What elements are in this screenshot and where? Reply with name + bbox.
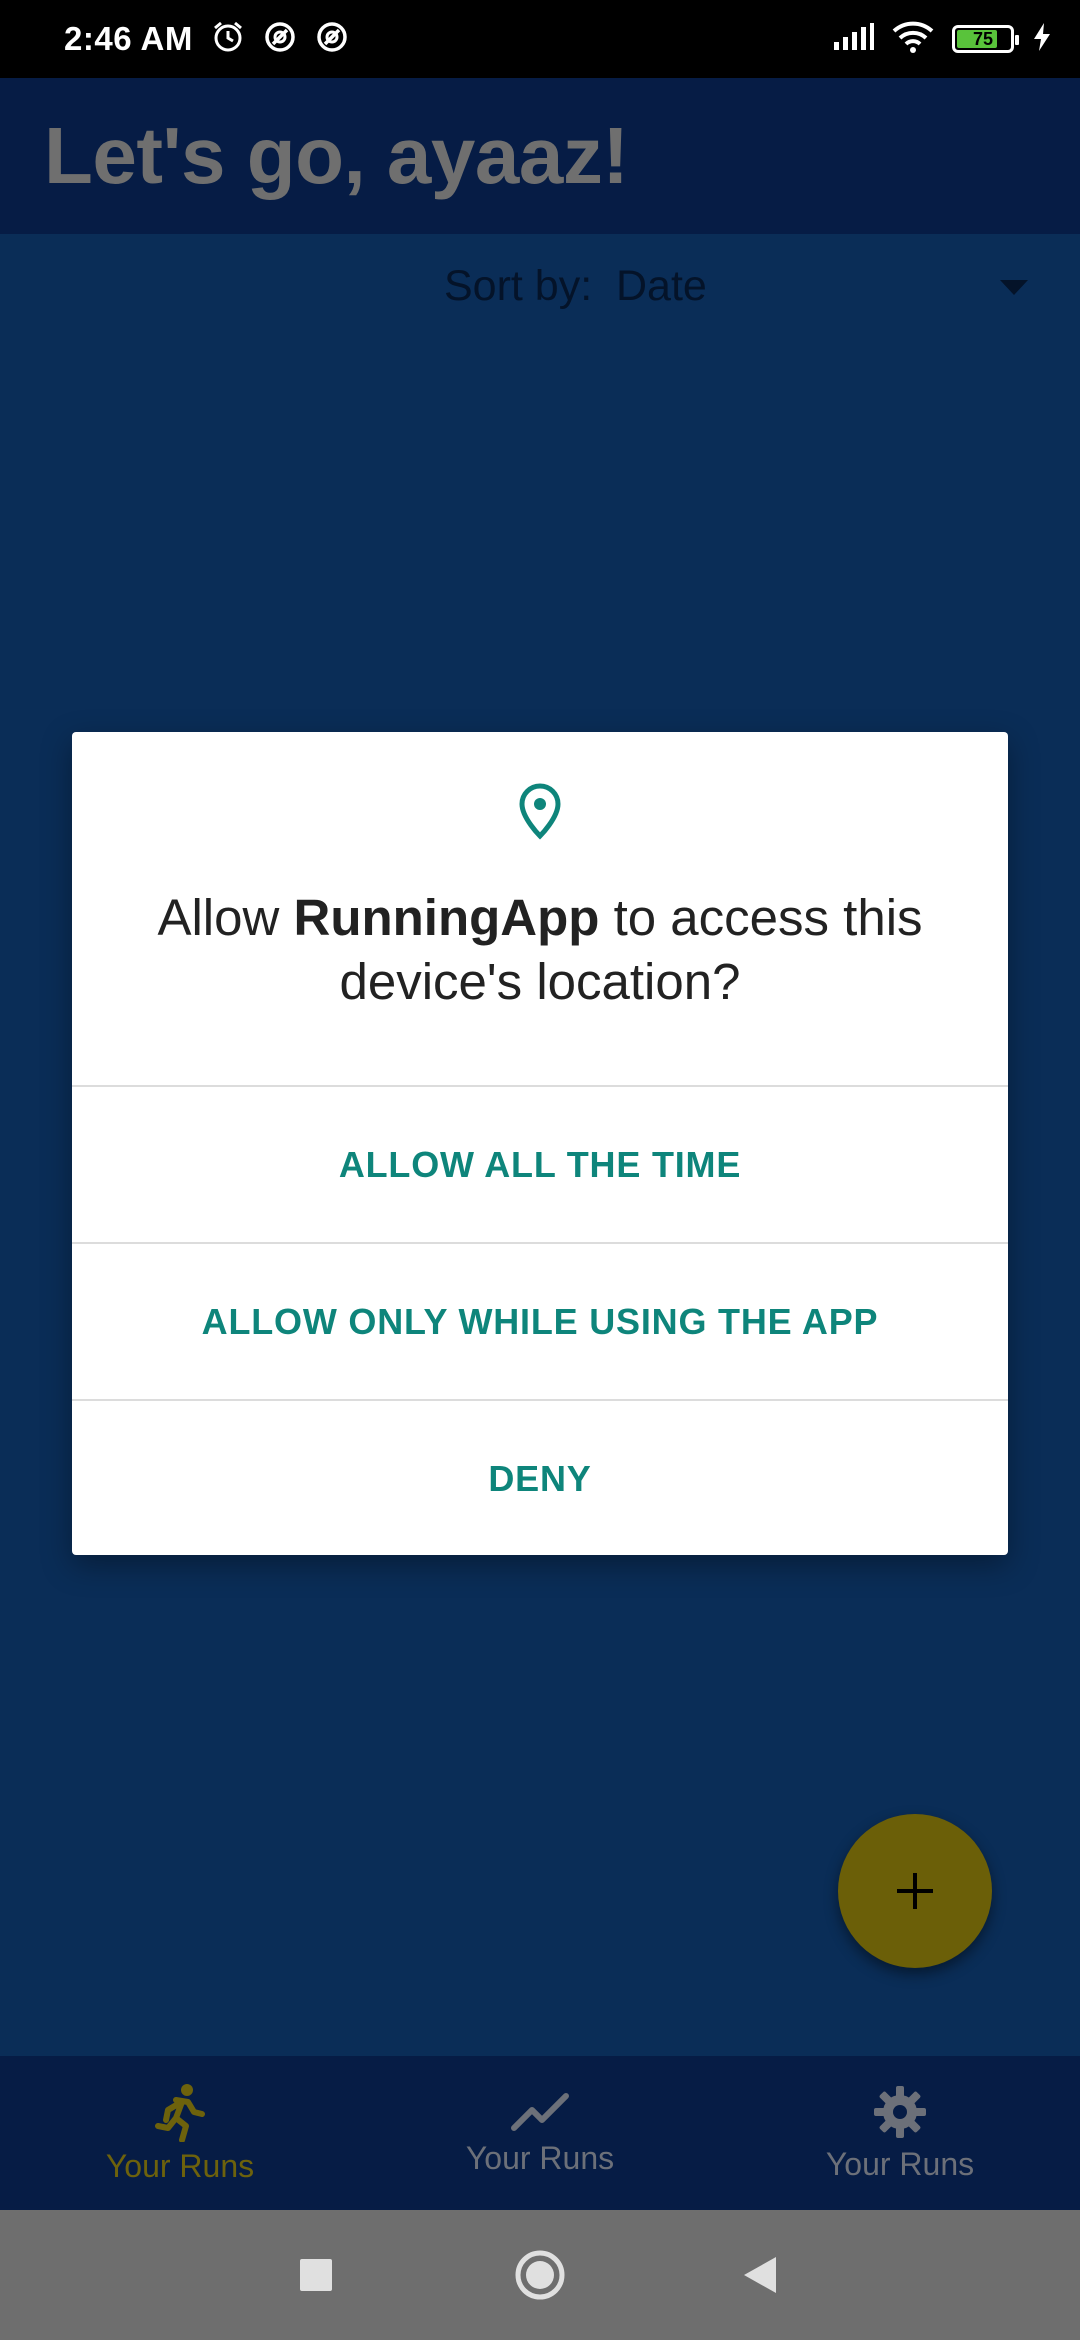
- nav-label: Your Runs: [825, 2145, 975, 2182]
- circle-icon: [515, 2250, 565, 2300]
- sort-label: Sort by:: [444, 262, 593, 310]
- nav-label: Your Runs: [465, 2139, 615, 2176]
- status-bar-right: 75: [832, 21, 1052, 58]
- square-icon: [300, 2259, 332, 2291]
- sync-icon: [315, 20, 349, 59]
- signal-icon: [832, 22, 874, 57]
- nav-label: Your Runs: [105, 2147, 255, 2184]
- status-bar-left: 2:46 AM: [64, 20, 349, 59]
- alarm-icon: [211, 20, 245, 59]
- deny-button[interactable]: DENY: [72, 1401, 1008, 1556]
- nav-item-settings[interactable]: Your Runs: [720, 2056, 1080, 2210]
- sort-row: Sort by: Date: [0, 234, 1080, 344]
- trend-icon: [511, 2092, 569, 2131]
- status-bar: 2:46 AM 75: [0, 0, 1080, 78]
- allow-while-using-button[interactable]: ALLOW ONLY WHILE USING THE APP: [72, 1244, 1008, 1399]
- run-icon: [155, 2083, 205, 2142]
- sync-icon: [263, 20, 297, 59]
- nav-item-your-runs[interactable]: Your Runs: [0, 2056, 360, 2210]
- battery-icon: 75: [952, 25, 1019, 53]
- triangle-back-icon: [744, 2257, 776, 2293]
- location-pin-icon: [514, 782, 566, 845]
- back-button[interactable]: [700, 2210, 820, 2340]
- allow-all-the-time-button[interactable]: ALLOW ALL THE TIME: [72, 1087, 1008, 1242]
- dialog-title-prefix: Allow: [157, 889, 294, 946]
- dialog-title: Allow RunningApp to access this device's…: [72, 886, 1008, 1014]
- home-button[interactable]: [480, 2210, 600, 2340]
- gear-icon: [874, 2085, 926, 2138]
- dialog-app-name: RunningApp: [293, 889, 600, 946]
- charging-icon: [1032, 22, 1052, 57]
- add-run-button[interactable]: [838, 1814, 992, 1968]
- sort-dropdown[interactable]: Date: [616, 262, 707, 311]
- status-time: 2:46 AM: [64, 20, 193, 57]
- bottom-navigation: Your Runs Your Runs Your Runs: [0, 2056, 1080, 2210]
- page-title: Let's go, ayaaz!: [44, 111, 629, 200]
- wifi-icon: [892, 21, 934, 58]
- nav-item-trend[interactable]: Your Runs: [360, 2056, 720, 2210]
- battery-level: 75: [972, 28, 994, 49]
- location-permission-dialog: Allow RunningApp to access this device's…: [72, 732, 1008, 1555]
- app-bar: Let's go, ayaaz!: [0, 78, 1080, 234]
- recents-button[interactable]: [256, 2210, 376, 2340]
- system-navigation-bar: [0, 2210, 1080, 2340]
- chevron-down-icon[interactable]: [1000, 280, 1028, 301]
- plus-icon: [897, 1873, 933, 1909]
